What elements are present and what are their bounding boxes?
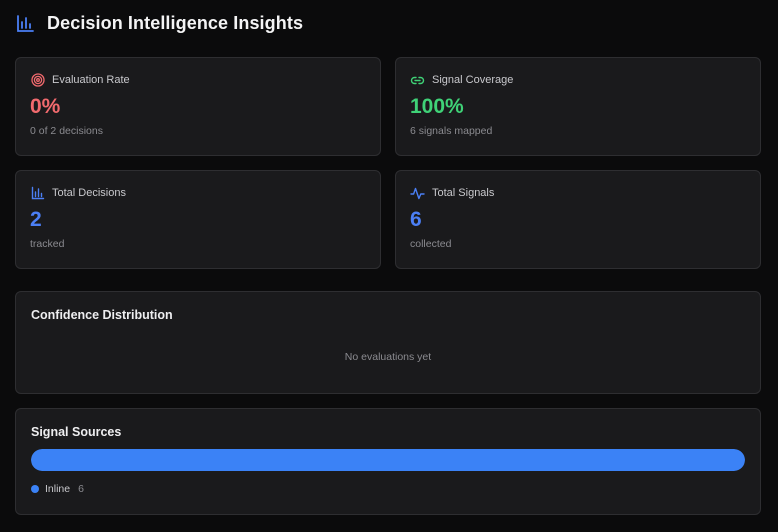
target-icon	[30, 73, 45, 88]
bar-chart-icon	[30, 186, 45, 201]
source-legend-item: Inline 6	[31, 483, 745, 495]
page-header: Decision Intelligence Insights	[16, 10, 303, 36]
evaluation-rate-card: Evaluation Rate 0% 0 of 2 decisions	[15, 57, 381, 156]
total-decisions-card: Total Decisions 2 tracked	[15, 170, 381, 269]
legend-dot	[31, 485, 39, 493]
stat-subtext: collected	[410, 238, 452, 250]
stat-value: 0%	[30, 95, 61, 118]
source-bar-track	[31, 449, 745, 471]
bar-chart-icon	[16, 14, 35, 33]
page-title: Decision Intelligence Insights	[47, 12, 304, 33]
activity-icon	[410, 186, 425, 201]
stat-value: 100%	[410, 95, 464, 118]
source-bar-segment-inline	[31, 449, 745, 471]
stat-label: Evaluation Rate	[52, 74, 130, 86]
stat-value: 2	[30, 208, 42, 231]
section-title: Signal Sources	[31, 425, 122, 439]
stat-subtext: tracked	[30, 238, 65, 250]
stat-label: Signal Coverage	[432, 74, 514, 86]
total-signals-card: Total Signals 6 collected	[395, 170, 761, 269]
stat-label: Total Signals	[432, 187, 495, 199]
stat-subtext: 6 signals mapped	[410, 125, 493, 137]
section-title: Confidence Distribution	[31, 308, 173, 322]
legend-count: 6	[78, 483, 84, 495]
confidence-distribution-card: Confidence Distribution No evaluations y…	[15, 291, 761, 394]
insights-page: Decision Intelligence Insights Evaluatio…	[0, 0, 778, 532]
stat-subtext: 0 of 2 decisions	[30, 125, 103, 137]
signal-sources-card: Signal Sources Inline 6	[15, 408, 761, 515]
empty-state-text: No evaluations yet	[344, 351, 432, 363]
stat-value: 6	[410, 208, 422, 231]
legend-label: Inline	[45, 483, 71, 495]
signal-coverage-card: Signal Coverage 100% 6 signals mapped	[395, 57, 761, 156]
link-icon	[410, 73, 425, 88]
stat-label: Total Decisions	[52, 187, 126, 199]
